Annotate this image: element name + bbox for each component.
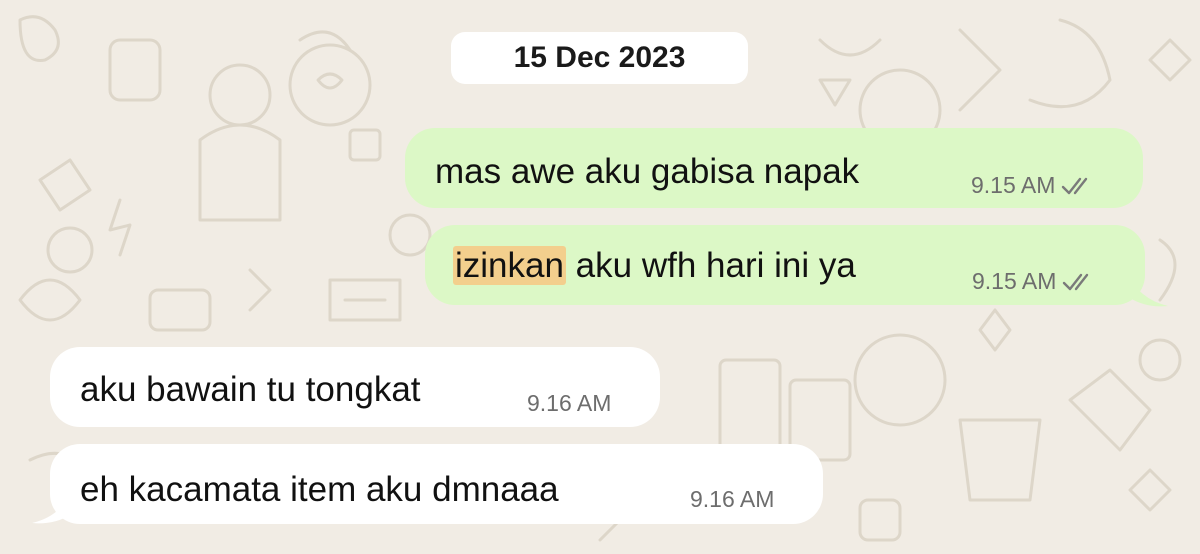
message-time: 9.16 AM	[690, 486, 775, 512]
outgoing-message-bubble[interactable]: mas awe aku gabisa napak 9.15 AM	[405, 128, 1143, 208]
bubble-tail	[32, 495, 70, 524]
message-meta: 9.16 AM	[690, 486, 774, 513]
message-text: izinkan aku wfh hari ini ya	[453, 244, 856, 288]
date-separator: 15 Dec 2023	[451, 32, 748, 84]
outgoing-message-bubble[interactable]: izinkan aku wfh hari ini ya 9.15 AM	[425, 225, 1145, 305]
message-meta: 9.15 AM	[972, 268, 1096, 295]
highlighted-word: izinkan	[453, 246, 566, 285]
message-time: 9.15 AM	[972, 268, 1057, 294]
message-text: aku bawain tu tongkat	[80, 370, 421, 409]
message-text-rest: aku wfh hari ini ya	[565, 246, 856, 285]
message-time: 9.15 AM	[971, 172, 1056, 198]
incoming-message-bubble[interactable]: aku bawain tu tongkat 9.16 AM	[50, 347, 660, 427]
message-meta: 9.16 AM	[527, 390, 611, 417]
bubble-tail	[1130, 278, 1168, 307]
incoming-message-bubble[interactable]: eh kacamata item aku dmnaaa 9.16 AM	[50, 444, 823, 524]
double-check-icon	[1063, 273, 1089, 290]
message-text: mas awe aku gabisa napak	[435, 152, 860, 191]
message-meta: 9.15 AM	[971, 172, 1095, 199]
double-check-icon	[1062, 177, 1088, 194]
message-text: eh kacamata item aku dmnaaa	[80, 470, 559, 509]
message-time: 9.16 AM	[527, 390, 612, 416]
